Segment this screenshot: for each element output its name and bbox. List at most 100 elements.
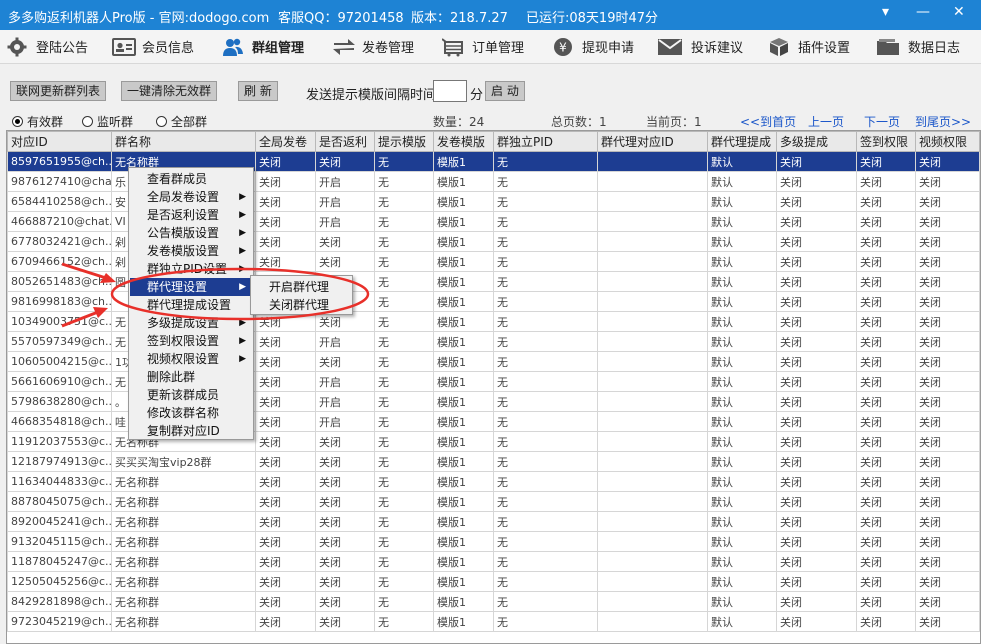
- table-cell: 11878045247@c...: [7, 551, 112, 572]
- table-row[interactable]: 12505045256@c... 无名称群 关闭 关闭无模版1 无默认 关闭 关闭 关闭: [7, 571, 980, 592]
- table-cell: 12187974913@c...: [7, 451, 112, 472]
- table-cell: 关闭: [776, 511, 857, 532]
- table-cell: 关闭: [255, 491, 316, 512]
- column-header[interactable]: 多级提成: [776, 131, 857, 152]
- menu-group-management-label: 群组管理: [252, 41, 305, 56]
- column-header[interactable]: 对应ID: [7, 131, 112, 152]
- start-button[interactable]: 启 动: [485, 81, 525, 101]
- table-row[interactable]: 11878045247@c... 无名称群 关闭 关闭无模版1 无默认 关闭 关闭 关闭: [7, 551, 980, 572]
- column-header[interactable]: 群代理提成: [707, 131, 777, 152]
- table-cell: 模版1: [433, 211, 494, 232]
- column-header[interactable]: 签到权限: [856, 131, 916, 152]
- table-cell: 关闭: [255, 171, 316, 192]
- clear-invalid-groups-button[interactable]: 一键清除无效群: [121, 81, 218, 101]
- table-cell: 关闭: [776, 431, 857, 452]
- context-menu-item[interactable]: 修改该群名称: [130, 404, 252, 422]
- submenu-arrow-icon: ▶: [239, 354, 246, 364]
- interval-input[interactable]: [433, 80, 467, 102]
- table-cell: 8597651955@ch...: [7, 151, 112, 172]
- menu-login-notice[interactable]: 登陆公告: [6, 30, 88, 63]
- table-cell: 关闭: [776, 151, 857, 172]
- table-cell: 11912037553@c...: [7, 431, 112, 452]
- table-cell: 关闭: [915, 371, 980, 392]
- title-bar: 多多购返利机器人Pro版 - 官网:dodogo.com 客服QQ：972014…: [0, 0, 981, 30]
- menu-coupon-management[interactable]: 发卷管理: [332, 30, 414, 63]
- menu-plugin-settings[interactable]: 插件设置: [768, 30, 850, 63]
- table-cell: 关闭: [856, 551, 916, 572]
- table-cell: 无: [374, 611, 434, 632]
- table-cell: 关闭: [915, 211, 980, 232]
- table-cell: 关闭: [856, 531, 916, 552]
- update-group-list-button[interactable]: 联网更新群列表: [10, 81, 107, 101]
- filter-monitor-groups[interactable]: 监听群: [82, 113, 133, 130]
- table-row[interactable]: 9132045115@ch... 无名称群 关闭 关闭无模版1 无默认 关闭 关闭 关闭: [7, 531, 980, 552]
- context-menu-item[interactable]: 群代理设置 ▶: [130, 278, 252, 296]
- menu-order-management[interactable]: 订单管理: [441, 30, 524, 63]
- context-menu-item[interactable]: 公告模版设置 ▶: [130, 224, 252, 242]
- table-cell: 无: [374, 431, 434, 452]
- context-menu-item[interactable]: 是否返利设置 ▶: [130, 206, 252, 224]
- table-cell: 关闭: [856, 511, 916, 532]
- table-cell: 模版1: [433, 171, 494, 192]
- table-row[interactable]: 12187974913@c... 买买买淘宝vip28群 关闭 关闭无模版1 无默认 关闭…: [7, 451, 980, 472]
- table-cell: 模版1: [433, 431, 494, 452]
- menu-complaint[interactable]: 投诉建议: [657, 30, 743, 63]
- column-header[interactable]: 群名称: [111, 131, 256, 152]
- table-cell: 关闭: [255, 531, 316, 552]
- context-menu-item[interactable]: 多级提成设置 ▶: [130, 314, 252, 332]
- filter-all-groups[interactable]: 全部群: [156, 113, 207, 130]
- table-row[interactable]: 8429281898@ch... 无名称群 关闭 关闭无模版1 无默认 关闭 关闭 关闭: [7, 591, 980, 612]
- context-menu-item[interactable]: 发卷模版设置 ▶: [130, 242, 252, 260]
- table-row[interactable]: 8878045075@ch... 无名称群 关闭 关闭无模版1 无默认 关闭 关闭 关闭: [7, 491, 980, 512]
- table-cell: 模版1: [433, 591, 494, 612]
- close-button[interactable]: ✕: [953, 4, 965, 20]
- menu-group-management[interactable]: 群组管理: [222, 30, 304, 63]
- column-header[interactable]: 群代理对应ID: [597, 131, 708, 152]
- table-cell: 模版1: [433, 271, 494, 292]
- last-page-link[interactable]: 到尾页>>: [915, 113, 971, 130]
- table-row[interactable]: 8920045241@ch... 无名称群 关闭 关闭无模版1 无默认 关闭 关闭 关闭: [7, 511, 980, 532]
- table-cell: 模版1: [433, 311, 494, 332]
- table-cell: 模版1: [433, 391, 494, 412]
- context-menu-item[interactable]: 查看群成员: [130, 170, 252, 188]
- prev-page-link[interactable]: 上一页: [808, 113, 844, 130]
- menu-member-info[interactable]: 会员信息: [112, 30, 194, 63]
- column-header[interactable]: 提示模版: [374, 131, 434, 152]
- menu-data-log[interactable]: 数据日志: [876, 30, 960, 63]
- first-page-link[interactable]: <<到首页: [740, 113, 796, 130]
- context-menu-item[interactable]: 删除此群: [130, 368, 252, 386]
- table-cell: 模版1: [433, 451, 494, 472]
- context-menu-item[interactable]: 更新该群成员: [130, 386, 252, 404]
- folder-icon: [876, 37, 900, 57]
- context-menu-item[interactable]: 群独立PID设置 ▶: [130, 260, 252, 278]
- table-row[interactable]: 11634044833@c... 无名称群 关闭 关闭无模版1 无默认 关闭 关闭 关闭: [7, 471, 980, 492]
- column-header[interactable]: 发卷模版: [433, 131, 494, 152]
- context-menu-item[interactable]: 复制群对应ID: [130, 422, 252, 440]
- context-menu-item[interactable]: 全局发卷设置 ▶: [130, 188, 252, 206]
- column-header[interactable]: 全局发卷: [255, 131, 316, 152]
- column-header[interactable]: 是否返利: [315, 131, 375, 152]
- context-menu-item[interactable]: 视频权限设置 ▶: [130, 350, 252, 368]
- table-cell: 无: [374, 351, 434, 372]
- table-cell: 默认: [707, 151, 777, 172]
- enable-group-proxy-item[interactable]: 开启群代理: [252, 278, 351, 296]
- menu-withdraw-request[interactable]: ¥ 提现申请: [552, 30, 634, 63]
- table-row[interactable]: 9723045219@ch... 无名称群 关闭 关闭无模版1 无默认 关闭 关闭 关闭: [7, 611, 980, 632]
- table-cell: 关闭: [856, 431, 916, 452]
- refresh-button[interactable]: 刷 新: [238, 81, 278, 101]
- dropdown-icon[interactable]: ▾: [882, 4, 889, 20]
- table-cell: 默认: [707, 191, 777, 212]
- filter-valid-groups[interactable]: 有效群: [12, 113, 63, 130]
- next-page-link[interactable]: 下一页: [864, 113, 900, 130]
- disable-group-proxy-item[interactable]: 关闭群代理: [252, 296, 351, 314]
- table-cell: 无: [493, 151, 598, 172]
- table-cell: 关闭: [915, 391, 980, 412]
- context-menu-item[interactable]: 群代理提成设置: [130, 296, 252, 314]
- context-menu-item[interactable]: 签到权限设置 ▶: [130, 332, 252, 350]
- table-cell: [597, 171, 708, 192]
- column-header[interactable]: 群独立PID: [493, 131, 598, 152]
- column-header[interactable]: 视频权限: [915, 131, 980, 152]
- table-cell: 关闭: [915, 231, 980, 252]
- table-cell: 关闭: [856, 171, 916, 192]
- minimize-button[interactable]: —: [916, 4, 930, 20]
